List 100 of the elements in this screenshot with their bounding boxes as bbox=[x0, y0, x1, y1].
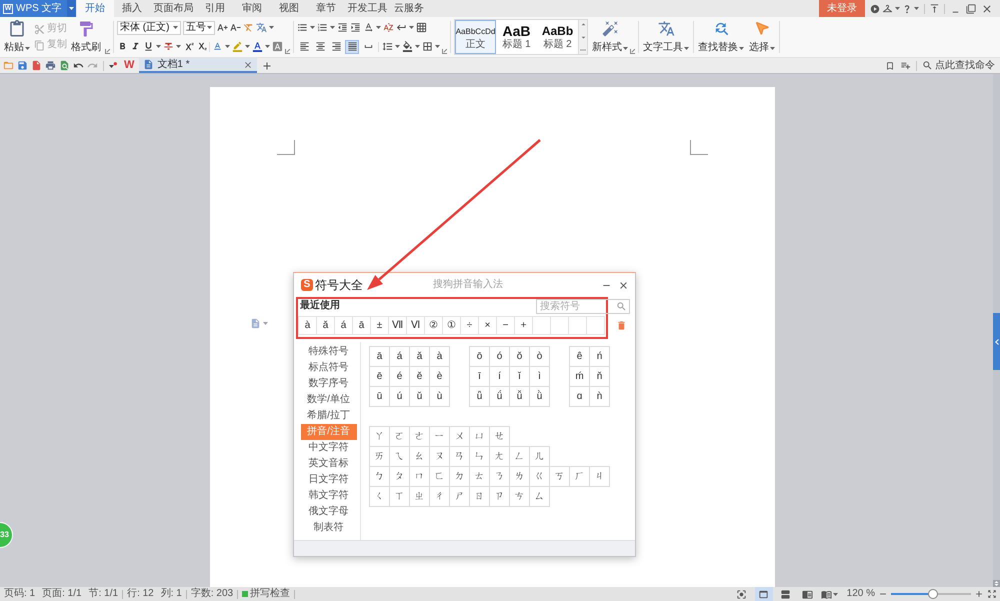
symbol-cell[interactable]: + bbox=[515, 316, 533, 335]
superscript-icon[interactable] bbox=[183, 41, 194, 52]
symbol-cell[interactable]: ㄏ bbox=[569, 466, 590, 487]
menu-tab[interactable]: 视图 bbox=[270, 0, 308, 17]
symbol-cell[interactable]: ǹ bbox=[589, 386, 610, 407]
numbered-list-icon[interactable] bbox=[317, 22, 328, 33]
translate-icon[interactable] bbox=[256, 22, 267, 33]
slider-thumb[interactable] bbox=[928, 589, 938, 599]
indent-increase-icon[interactable] bbox=[350, 22, 361, 33]
symbol-cell[interactable]: Ⅶ bbox=[389, 316, 407, 335]
symbol-cell[interactable]: ā bbox=[369, 346, 390, 367]
category-item[interactable]: 标点符号 bbox=[300, 360, 356, 376]
borders-icon[interactable] bbox=[422, 41, 433, 52]
spell-check-button[interactable]: 拼写检查 bbox=[242, 589, 290, 599]
expand-icon[interactable] bbox=[987, 589, 997, 599]
menu-tab[interactable]: 开发工具 bbox=[344, 0, 391, 17]
menu-tab[interactable]: 页面布局 bbox=[150, 0, 197, 17]
symbol-cell[interactable]: ê bbox=[569, 346, 590, 367]
empty-symbol-cell[interactable] bbox=[569, 316, 587, 335]
command-search-input[interactable]: 点此查找命令 bbox=[935, 60, 997, 71]
file-icon[interactable] bbox=[31, 60, 42, 71]
style-tile[interactable]: AaBb 标题 2 bbox=[537, 20, 578, 54]
symbol-cell[interactable]: ā bbox=[353, 316, 371, 335]
category-item[interactable]: 希腊/拉丁 bbox=[300, 408, 356, 424]
line-spacing-icon[interactable] bbox=[382, 41, 393, 52]
printer-icon[interactable] bbox=[45, 60, 56, 71]
category-item[interactable]: 特殊符号 bbox=[300, 344, 356, 360]
expand-corner-icon[interactable] bbox=[442, 49, 447, 54]
symbol-cell[interactable]: ǖ bbox=[469, 386, 490, 407]
symbol-cell[interactable]: Ⅵ bbox=[407, 316, 425, 335]
symbol-cell[interactable]: ÷ bbox=[461, 316, 479, 335]
category-item[interactable]: 制表符 bbox=[300, 520, 356, 536]
search-field[interactable]: 搜索符号 bbox=[536, 299, 630, 314]
symbol-cell[interactable]: − bbox=[497, 316, 515, 335]
category-item[interactable]: 数字序号 bbox=[300, 376, 356, 392]
empty-symbol-cell[interactable] bbox=[551, 316, 569, 335]
symbol-cell[interactable]: ① bbox=[443, 316, 461, 335]
symbol-cell[interactable]: ㄑ bbox=[369, 486, 390, 507]
indent-decrease-icon[interactable] bbox=[337, 22, 348, 33]
search-input[interactable]: 搜索符号 bbox=[540, 301, 616, 312]
new-tab-icon[interactable] bbox=[261, 60, 274, 72]
return-arrow-icon[interactable] bbox=[396, 22, 407, 33]
font-color-icon[interactable] bbox=[252, 41, 263, 52]
style-tile[interactable]: AaB 标题 1 bbox=[496, 20, 537, 54]
category-item[interactable]: 日文字符 bbox=[300, 472, 356, 488]
subscript-icon[interactable] bbox=[196, 41, 207, 52]
symbol-cell[interactable]: ǜ bbox=[529, 386, 550, 407]
expand-corner-icon[interactable] bbox=[105, 49, 110, 54]
close-icon[interactable] bbox=[981, 2, 993, 14]
table-grid-icon[interactable] bbox=[416, 22, 427, 33]
symbol-cell[interactable]: ń bbox=[589, 346, 610, 367]
text-increase-icon[interactable] bbox=[217, 22, 228, 33]
symbol-cell[interactable]: ㄙ bbox=[529, 486, 550, 507]
symbol-cell[interactable]: ㄎ bbox=[549, 466, 570, 487]
menu-tab[interactable]: 引用 bbox=[196, 0, 234, 17]
symbol-cell[interactable]: ㄦ bbox=[529, 446, 550, 467]
symbol-cell[interactable]: à bbox=[429, 346, 450, 367]
save-icon[interactable] bbox=[17, 60, 28, 71]
empty-symbol-cell[interactable] bbox=[533, 316, 551, 335]
trash-icon[interactable] bbox=[616, 320, 627, 331]
zoom-slider[interactable] bbox=[891, 589, 971, 599]
menu-tab[interactable]: 云服务 bbox=[390, 0, 428, 17]
menu-tab[interactable]: 开始 bbox=[76, 0, 114, 17]
document-tab[interactable]: 文档1 * bbox=[139, 58, 258, 73]
logo-text[interactable]: W bbox=[124, 60, 134, 71]
category-item[interactable]: 韩文字符 bbox=[300, 488, 356, 504]
align-top-icon[interactable] bbox=[929, 3, 940, 14]
hanger-icon[interactable] bbox=[882, 3, 893, 14]
bullet-list-icon[interactable] bbox=[297, 22, 308, 33]
expand-corner-icon[interactable] bbox=[630, 49, 635, 54]
category-item[interactable]: 英文音标 bbox=[300, 456, 356, 472]
bookmark-icon[interactable] bbox=[885, 60, 895, 70]
symbol-cell[interactable]: ㄝ bbox=[489, 426, 510, 447]
symbol-cell[interactable]: á bbox=[335, 316, 353, 335]
symbol-cell[interactable]: ㄐ bbox=[589, 466, 610, 487]
category-item[interactable]: 俄文字母 bbox=[300, 504, 356, 520]
text-decrease-icon[interactable] bbox=[230, 22, 241, 33]
font-name-dropdown[interactable]: 宋体 (正文) bbox=[117, 20, 181, 34]
scroll-arrows-icon[interactable] bbox=[993, 580, 1000, 587]
text-effect-icon[interactable] bbox=[212, 41, 223, 52]
view-button[interactable] bbox=[754, 587, 773, 601]
command-search-field[interactable]: 点此查找命令 bbox=[922, 59, 997, 72]
zoom-in-icon[interactable] bbox=[974, 589, 984, 599]
font-size-dropdown[interactable]: 五号 bbox=[183, 20, 215, 34]
sort-icon[interactable] bbox=[383, 22, 394, 33]
category-item[interactable]: 中文字符 bbox=[300, 440, 356, 456]
symbol-cell[interactable]: × bbox=[479, 316, 497, 335]
bold-icon[interactable] bbox=[117, 41, 128, 52]
close-icon[interactable] bbox=[243, 60, 254, 70]
font-shading-icon[interactable] bbox=[272, 41, 283, 52]
symbol-cell[interactable]: ù bbox=[429, 386, 450, 407]
paint-bucket-icon[interactable] bbox=[402, 41, 413, 52]
text-tools-button[interactable]: 文字工具 bbox=[642, 19, 690, 55]
symbol-cell[interactable]: ɑ bbox=[569, 386, 590, 407]
italic-icon[interactable] bbox=[130, 41, 141, 52]
format-painter-button[interactable]: 格式刷 bbox=[70, 19, 102, 55]
symbol-cell[interactable]: à bbox=[299, 316, 317, 335]
symbol-cell[interactable]: ± bbox=[371, 316, 389, 335]
category-item[interactable]: 数学/单位 bbox=[300, 392, 356, 408]
expand-corner-icon[interactable] bbox=[285, 49, 290, 54]
